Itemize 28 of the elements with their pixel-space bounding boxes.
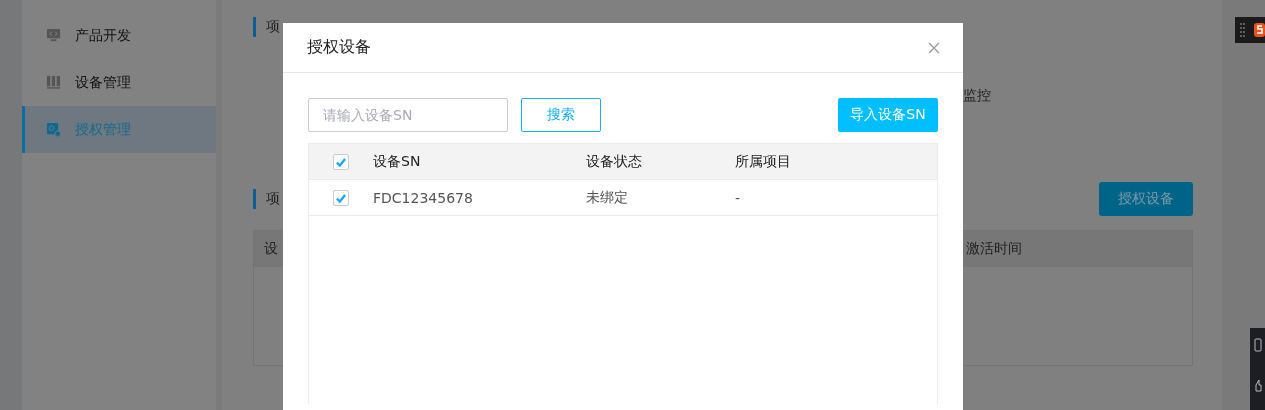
checkbox[interactable] <box>333 189 349 206</box>
section-heading: 项 <box>266 190 280 208</box>
column-header: 激活时间 <box>966 240 1022 258</box>
search-button[interactable]: 搜索 <box>521 98 601 132</box>
sidebar-item[interactable]: 授权管理 <box>22 106 216 153</box>
dialog-title: 授权设备 <box>307 37 371 58</box>
column-header: 设 <box>264 240 278 258</box>
import-button[interactable]: 导入设备SN <box>838 98 938 132</box>
authorize-button[interactable]: 授权设备 <box>1099 182 1193 216</box>
search-field[interactable]: 请输入设备SN <box>308 98 508 132</box>
column-header: 设备状态 <box>586 152 643 171</box>
rectangle-icon[interactable] <box>1253 338 1262 352</box>
info-text: 监控 <box>963 87 991 103</box>
table-cell-text: 未绑定 <box>586 188 629 207</box>
column-header: 设备SN <box>373 152 422 171</box>
bars-icon <box>46 75 61 90</box>
table-cell: - <box>735 189 741 206</box>
section-heading: 项 <box>266 18 280 36</box>
badge-icon <box>46 122 61 137</box>
checkbox[interactable] <box>333 153 349 170</box>
sidebar-item[interactable]: 设备管理 <box>22 59 216 106</box>
thumb-icon[interactable] <box>1253 378 1262 392</box>
table-cell-text: FDC12345678 <box>373 189 474 206</box>
monitor-icon <box>46 28 61 43</box>
close-icon[interactable] <box>928 41 940 54</box>
column-header: 所属项目 <box>735 152 791 171</box>
input-method-icon[interactable] <box>1235 17 1265 43</box>
sidebar-item[interactable]: 产品开发 <box>22 12 216 59</box>
